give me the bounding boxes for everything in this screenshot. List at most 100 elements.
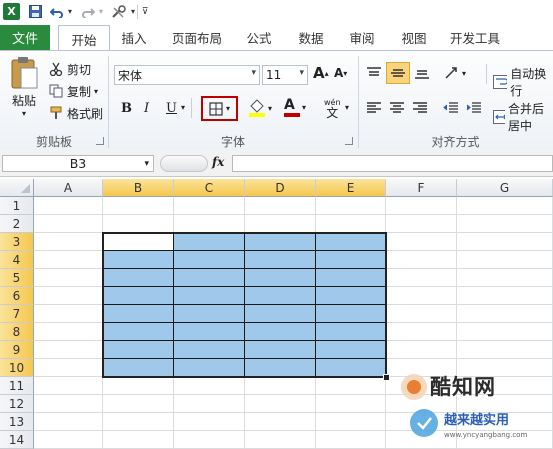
- row-header-11[interactable]: 11: [0, 377, 34, 395]
- cell-d2[interactable]: [245, 215, 316, 233]
- cell-f7[interactable]: [386, 305, 457, 323]
- cell-a11[interactable]: [34, 377, 103, 395]
- cell-d6[interactable]: [245, 287, 316, 305]
- align-left-button[interactable]: [366, 101, 382, 115]
- customize-qat-icon[interactable]: ⊽: [140, 3, 150, 20]
- cell-b12[interactable]: [103, 395, 174, 413]
- cell-f1[interactable]: [386, 197, 457, 215]
- cell-e5[interactable]: [316, 269, 386, 287]
- cell-f8[interactable]: [386, 323, 457, 341]
- cell-e1[interactable]: [316, 197, 386, 215]
- row-header-3[interactable]: 3: [0, 233, 34, 251]
- row-header-7[interactable]: 7: [0, 305, 34, 323]
- borders-button[interactable]: ▾: [201, 96, 238, 121]
- cell-e3[interactable]: [316, 233, 386, 251]
- cell-d7[interactable]: [245, 305, 316, 323]
- format-painter-button[interactable]: 格式刷: [48, 104, 103, 122]
- cell-c4[interactable]: [174, 251, 245, 269]
- redo-dropdown-icon[interactable]: ▾: [97, 3, 105, 20]
- cell-e11[interactable]: [316, 377, 386, 395]
- cell-g2[interactable]: [457, 215, 553, 233]
- bold-button[interactable]: B: [121, 101, 132, 116]
- cell-b1[interactable]: [103, 197, 174, 215]
- grow-font-button[interactable]: A ▴: [313, 64, 329, 82]
- tools-dropdown-icon[interactable]: ▾: [129, 3, 137, 20]
- cell-f9[interactable]: [386, 341, 457, 359]
- cell-g9[interactable]: [457, 341, 553, 359]
- cell-g3[interactable]: [457, 233, 553, 251]
- orientation-button[interactable]: ▾: [444, 66, 466, 80]
- cell-d4[interactable]: [245, 251, 316, 269]
- fill-color-button[interactable]: ▾: [248, 98, 272, 118]
- cell-a2[interactable]: [34, 215, 103, 233]
- cell-d13[interactable]: [245, 413, 316, 431]
- cell-d1[interactable]: [245, 197, 316, 215]
- underline-button[interactable]: U: [166, 101, 177, 116]
- column-header-f[interactable]: F: [386, 179, 457, 197]
- cell-b2[interactable]: [103, 215, 174, 233]
- cell-g7[interactable]: [457, 305, 553, 323]
- row-header-8[interactable]: 8: [0, 323, 34, 341]
- cell-d5[interactable]: [245, 269, 316, 287]
- cell-e13[interactable]: [316, 413, 386, 431]
- cell-b6[interactable]: [103, 287, 174, 305]
- tab-file[interactable]: 文件: [0, 25, 50, 50]
- tools-icon[interactable]: [110, 3, 128, 20]
- cut-button[interactable]: 剪切: [48, 60, 91, 78]
- cell-a8[interactable]: [34, 323, 103, 341]
- column-header-b[interactable]: B: [103, 179, 174, 197]
- cell-e10[interactable]: [316, 359, 386, 377]
- cell-f5[interactable]: [386, 269, 457, 287]
- cell-g6[interactable]: [457, 287, 553, 305]
- align-center-button[interactable]: [389, 101, 405, 115]
- cell-b9[interactable]: [103, 341, 174, 359]
- cell-d12[interactable]: [245, 395, 316, 413]
- phonetic-dropdown-icon[interactable]: ▾: [345, 103, 349, 112]
- cell-a1[interactable]: [34, 197, 103, 215]
- cell-e6[interactable]: [316, 287, 386, 305]
- save-icon[interactable]: [27, 3, 43, 20]
- font-size-combo[interactable]: 11 ▾: [262, 65, 308, 85]
- cell-c11[interactable]: [174, 377, 245, 395]
- cell-c1[interactable]: [174, 197, 245, 215]
- cell-d8[interactable]: [245, 323, 316, 341]
- cell-d11[interactable]: [245, 377, 316, 395]
- column-header-c[interactable]: C: [174, 179, 245, 197]
- cell-b7[interactable]: [103, 305, 174, 323]
- clipboard-launcher-icon[interactable]: [96, 137, 104, 145]
- row-header-10[interactable]: 10: [0, 359, 34, 377]
- decrease-indent-button[interactable]: [443, 101, 459, 115]
- row-header-2[interactable]: 2: [0, 215, 34, 233]
- formula-input[interactable]: [232, 155, 553, 172]
- tab-review[interactable]: 审阅: [340, 25, 384, 50]
- cell-c8[interactable]: [174, 323, 245, 341]
- select-all-corner[interactable]: [0, 179, 34, 197]
- cell-g4[interactable]: [457, 251, 553, 269]
- column-header-g[interactable]: G: [457, 179, 553, 197]
- cell-a4[interactable]: [34, 251, 103, 269]
- tab-insert[interactable]: 插入: [112, 25, 156, 50]
- row-header-12[interactable]: 12: [0, 395, 34, 413]
- cell-e7[interactable]: [316, 305, 386, 323]
- cell-e8[interactable]: [316, 323, 386, 341]
- cell-b13[interactable]: [103, 413, 174, 431]
- font-name-combo[interactable]: 宋体 ▾: [114, 65, 260, 85]
- font-launcher-icon[interactable]: [345, 137, 353, 145]
- row-header-9[interactable]: 9: [0, 341, 34, 359]
- shrink-font-button[interactable]: A ▾: [334, 66, 347, 80]
- tab-page-layout[interactable]: 页面布局: [165, 25, 229, 50]
- cell-c5[interactable]: [174, 269, 245, 287]
- cell-e9[interactable]: [316, 341, 386, 359]
- insert-function-button[interactable]: fx: [212, 155, 224, 169]
- cell-d9[interactable]: [245, 341, 316, 359]
- merge-center-button[interactable]: 合并后居中: [493, 100, 553, 134]
- undo-icon[interactable]: [49, 3, 65, 20]
- cell-a14[interactable]: [34, 431, 103, 449]
- underline-dropdown-icon[interactable]: ▾: [181, 103, 185, 112]
- cell-a6[interactable]: [34, 287, 103, 305]
- cell-c13[interactable]: [174, 413, 245, 431]
- tab-formulas[interactable]: 公式: [237, 25, 281, 50]
- name-box[interactable]: B3 ▾: [2, 155, 154, 172]
- cell-a5[interactable]: [34, 269, 103, 287]
- phonetic-button[interactable]: wén 文: [324, 98, 341, 119]
